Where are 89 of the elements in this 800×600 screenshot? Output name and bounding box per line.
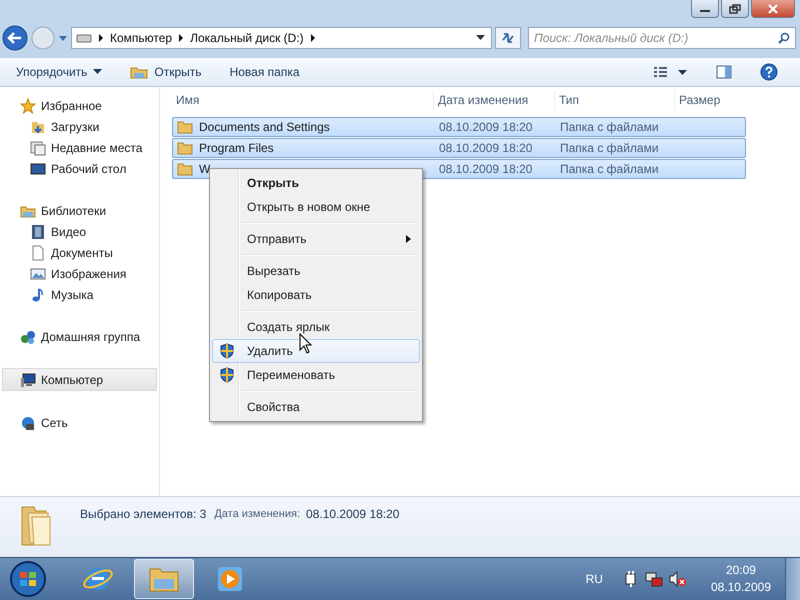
refresh-icon [500,31,516,45]
sidebar-item[interactable]: Сеть [0,412,159,433]
sidebar-item[interactable]: Компьютер [2,368,157,391]
sidebar-item[interactable]: Видео [0,221,159,242]
star-icon [20,98,36,114]
close-icon [767,4,779,14]
menu-item[interactable]: Вырезать [212,259,420,283]
shield-icon [219,343,235,359]
mouse-pointer-icon [299,333,313,355]
restore-icon [729,4,741,14]
refresh-button[interactable] [495,27,521,49]
minimize-button[interactable] [691,0,719,18]
computer-icon [20,372,36,388]
image-icon [30,266,46,282]
close-button[interactable] [751,0,795,18]
show-desktop-button[interactable] [785,558,800,600]
file-name: Program Files [199,141,274,155]
file-name: W [199,162,210,176]
homegroup-icon [20,328,36,344]
caret-icon [93,69,102,75]
taskbar-button[interactable] [134,559,194,599]
column-header[interactable]: Имя [172,90,434,110]
date-cell-text: 08.10.2009 18:20 [438,162,534,176]
folder-icon [177,162,193,176]
date-cell-text: 08.10.2009 18:20 [438,120,534,134]
video-icon [30,224,46,240]
breadcrumb-arrow-icon[interactable] [310,34,316,42]
selection-count: Выбрано элементов: 3 [80,507,206,521]
address-dropdown-icon[interactable] [476,35,485,41]
sidebar-item[interactable]: Музыка [0,284,159,305]
toolbar-button[interactable]: Упорядочить [8,62,110,82]
file-name: Documents and Settings [199,120,330,134]
address-bar[interactable]: Компьютер Локальный диск (D:) [71,27,492,49]
folder-icon [177,141,193,155]
toolbar-button[interactable]: Открыть [122,62,210,82]
help-icon [760,63,778,81]
clock-date: 08.10.2009 [710,579,771,596]
document-icon [30,244,46,260]
sidebar-item[interactable]: Недавние места [0,137,159,158]
date-label: Дата изменения: [214,508,300,520]
pane-icon [716,65,732,79]
menu-item[interactable]: Отправить [212,227,420,251]
shield-icon [219,367,235,383]
sidebar-item[interactable]: Избранное [0,95,159,116]
sidebar-item[interactable]: Изображения [0,263,159,284]
breadcrumb-arrow-icon[interactable] [178,34,184,42]
network-error-icon[interactable] [644,571,663,587]
search-icon [778,32,790,44]
drive-icon [76,33,92,43]
menu-item[interactable]: Копировать [212,283,420,307]
volume-muted-icon[interactable] [668,571,687,587]
folder-icon [177,120,193,134]
sidebar-item[interactable]: Документы [0,242,159,263]
breadcrumb[interactable]: Локальный диск (D:) [190,31,304,45]
search-field[interactable]: Поиск: Локальный диск (D:) [528,27,796,49]
folder-icon [130,65,148,79]
date-value: 08.10.2009 18:20 [306,507,400,521]
sidebar-item[interactable]: Домашняя группа [0,326,159,347]
menu-item[interactable]: Создать ярлык [212,315,420,339]
history-dropdown-icon[interactable] [58,34,68,42]
type-cell-text: Папка с файлами [559,162,660,176]
recent-icon [30,140,46,156]
toolbar-button[interactable]: Новая папка [222,62,308,82]
type-cell-text: Папка с файлами [559,120,660,134]
submenu-arrow-icon [406,235,411,243]
back-button[interactable] [2,25,28,51]
maximize-button[interactable] [721,0,749,18]
column-header[interactable]: Тип [555,90,675,110]
file-row[interactable]: Program Files 08.10.2009 18:20 Папка с файлами [172,138,746,158]
sidebar-item[interactable]: Загрузки [0,116,159,137]
desktop-icon [30,160,46,176]
music-icon [30,286,46,302]
menu-item[interactable]: Свойства [212,395,420,419]
breadcrumb[interactable]: Компьютер [110,31,172,45]
clock-time: 20:09 [726,562,756,579]
menu-item[interactable]: Переименовать [212,363,420,387]
network-icon [20,414,36,430]
sidebar-item[interactable]: Рабочий стол [0,158,159,179]
column-header[interactable]: Размер [675,90,735,110]
type-cell-text: Папка с файлами [559,141,660,155]
language-indicator[interactable]: RU [586,572,603,586]
date-cell-text: 08.10.2009 18:20 [438,141,534,155]
file-row[interactable]: Documents and Settings 08.10.2009 18:20 Папка с файлами [172,117,746,137]
column-header[interactable]: Дата изменения [434,90,555,110]
sidebar-item[interactable]: Библиотеки [0,200,159,221]
menu-item[interactable]: Удалить [212,339,420,363]
menu-item[interactable]: Открыть в новом окне [212,195,420,219]
breadcrumb-arrow-icon[interactable] [98,34,104,42]
details-view-icon [654,66,688,78]
